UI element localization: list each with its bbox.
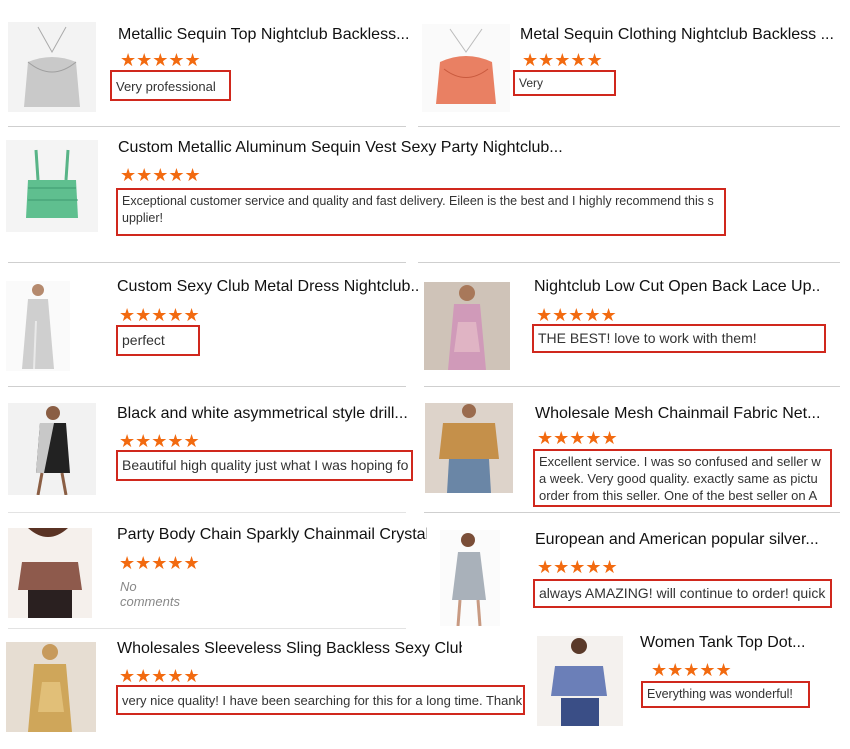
divider: [424, 512, 840, 513]
review-text: Everything was wonderful!: [641, 681, 810, 708]
review-text: perfect: [116, 325, 200, 356]
product-title[interactable]: Nightclub Low Cut Open Back Lace Up..: [534, 278, 819, 296]
brown-chain-top-image: [8, 528, 92, 618]
star-rating: ★★★★★: [119, 305, 200, 326]
review-text: always AMAZING! will continue to order! …: [533, 579, 832, 608]
divider: [8, 262, 406, 263]
product-thumbnail[interactable]: [8, 403, 96, 495]
product-thumbnail[interactable]: [8, 22, 96, 112]
star-rating: ★★★★★: [537, 428, 618, 449]
divider: [8, 512, 406, 513]
review-text: THE BEST! love to work with them!: [532, 324, 826, 353]
review-text: Excellent service. I was so confused and…: [533, 449, 832, 507]
star-rating: ★★★★★: [119, 431, 200, 452]
product-title[interactable]: Women Tank Top Dot...: [640, 634, 830, 652]
divider: [8, 386, 406, 387]
review-text: Beautiful high quality just what I was h…: [116, 450, 413, 481]
product-title[interactable]: Metallic Sequin Top Nightclub Backless..…: [118, 26, 413, 44]
divider: [424, 386, 840, 387]
iridescent-dress-image: [424, 282, 510, 370]
sequin-top-image: [8, 22, 96, 112]
product-title[interactable]: Metal Sequin Clothing Nightclub Backless…: [520, 26, 835, 44]
silver-chain-dress-image: [440, 530, 500, 626]
star-rating: ★★★★★: [651, 660, 732, 681]
no-comments-text: No comments: [120, 579, 180, 609]
review-text: Exceptional customer service and quality…: [116, 188, 726, 236]
star-rating: ★★★★★: [120, 50, 201, 71]
star-rating: ★★★★★: [536, 305, 617, 326]
product-title[interactable]: Party Body Chain Sparkly Chainmail Cryst…: [117, 526, 427, 544]
star-rating: ★★★★★: [120, 165, 201, 186]
gold-sling-dress-image: [6, 642, 96, 732]
product-title[interactable]: Custom Sexy Club Metal Dress Nightclub..…: [117, 278, 420, 296]
black-white-dress-image: [8, 403, 96, 495]
star-rating: ★★★★★: [119, 553, 200, 574]
product-title[interactable]: Custom Metallic Aluminum Sequin Vest Sex…: [118, 139, 578, 157]
gold-chainmail-top-image: [425, 403, 513, 493]
star-rating: ★★★★★: [119, 666, 200, 687]
product-title[interactable]: Wholesale Mesh Chainmail Fabric Net...: [535, 405, 820, 423]
product-thumbnail[interactable]: [537, 636, 623, 726]
product-thumbnail[interactable]: [440, 530, 500, 626]
product-title[interactable]: European and American popular silver...: [535, 531, 820, 549]
product-thumbnail[interactable]: [8, 528, 92, 618]
product-thumbnail[interactable]: [425, 403, 513, 493]
star-rating: ★★★★★: [522, 50, 603, 71]
product-title[interactable]: Black and white asymmetrical style drill…: [117, 405, 407, 423]
review-text: very nice quality! I have been searching…: [116, 685, 525, 715]
product-thumbnail[interactable]: [6, 281, 70, 371]
product-thumbnail[interactable]: [6, 642, 96, 732]
silver-dress-image: [6, 281, 70, 371]
product-title[interactable]: Wholesales Sleeveless Sling Backless Sex…: [117, 640, 462, 658]
divider: [418, 262, 840, 263]
green-vest-image: [6, 140, 98, 232]
divider: [8, 126, 406, 127]
review-text: Very professional: [513, 70, 616, 96]
blue-dot-top-image: [537, 636, 623, 726]
product-thumbnail[interactable]: [6, 140, 98, 232]
product-thumbnail[interactable]: [424, 282, 510, 370]
star-rating: ★★★★★: [537, 557, 618, 578]
product-thumbnail[interactable]: [422, 24, 510, 112]
review-text: Very professional: [110, 70, 231, 101]
divider: [418, 126, 840, 127]
salmon-top-image: [422, 24, 510, 112]
divider: [8, 628, 406, 629]
